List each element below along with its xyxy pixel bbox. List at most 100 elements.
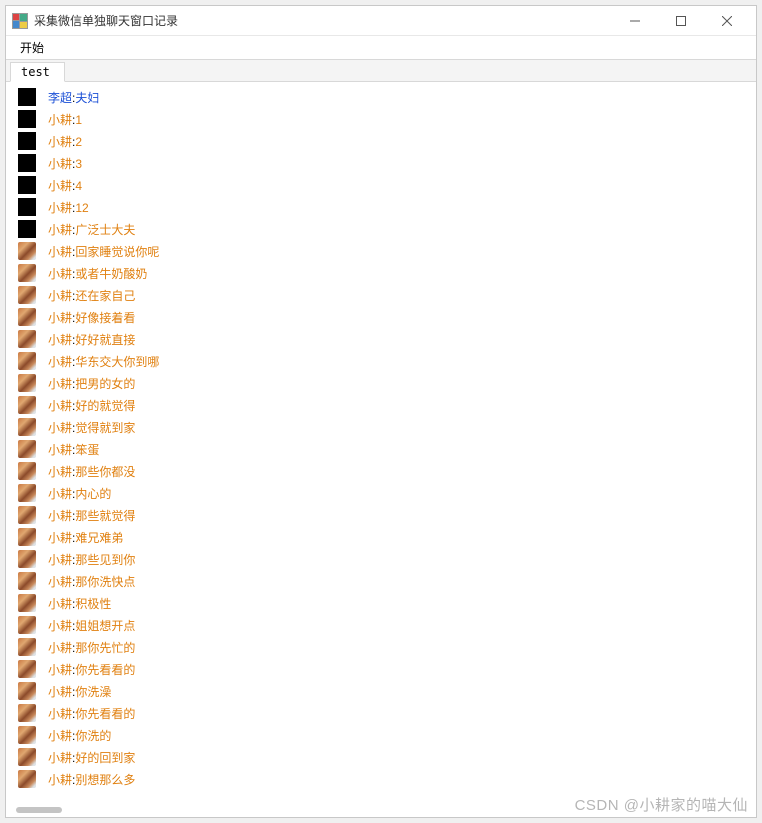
avatar: [18, 770, 36, 788]
tabstrip: test: [6, 60, 756, 82]
message-list[interactable]: 李超:夫妇小耕:1 小耕:2 小耕:3 小耕:4 小耕:12小耕:广泛士大夫小耕:回家睡…: [6, 82, 756, 817]
list-item[interactable]: 小耕:别想那么多: [10, 768, 756, 790]
message-text: 小耕:还在家自己: [48, 287, 135, 304]
avatar: [18, 418, 36, 436]
list-item[interactable]: 小耕:4: [10, 174, 756, 196]
avatar: [18, 198, 36, 216]
app-icon: [12, 13, 28, 29]
message-text: 小耕:2: [48, 133, 82, 150]
avatar: [18, 330, 36, 348]
avatar: [18, 242, 36, 260]
message-text: 小耕:或者牛奶酸奶: [48, 265, 147, 282]
horizontal-scroll-thumb[interactable]: [16, 807, 62, 813]
list-item[interactable]: 小耕:你洗的: [10, 724, 756, 746]
message-text: 小耕:把男的女的: [48, 375, 135, 392]
close-button[interactable]: [704, 6, 750, 36]
list-item[interactable]: 小耕:还在家自己: [10, 284, 756, 306]
list-item[interactable]: 小耕:积极性: [10, 592, 756, 614]
message-text: 小耕:你洗澡: [48, 683, 111, 700]
menu-start[interactable]: 开始: [14, 37, 50, 58]
minimize-button[interactable]: [612, 6, 658, 36]
menubar: 开始: [6, 36, 756, 60]
message-text: 小耕:积极性: [48, 595, 111, 612]
avatar: [18, 550, 36, 568]
message-text: 小耕:那你洗快点: [48, 573, 135, 590]
avatar: [18, 286, 36, 304]
avatar: [18, 176, 36, 194]
message-text: 小耕:好的就觉得: [48, 397, 135, 414]
list-item[interactable]: 小耕:好好就直接: [10, 328, 756, 350]
avatar: [18, 594, 36, 612]
avatar: [18, 132, 36, 150]
avatar: [18, 704, 36, 722]
list-item[interactable]: 小耕:那你洗快点: [10, 570, 756, 592]
list-item[interactable]: 小耕:笨蛋: [10, 438, 756, 460]
message-text: 小耕:觉得就到家: [48, 419, 135, 436]
list-item[interactable]: 小耕:难兄难弟: [10, 526, 756, 548]
window-controls: [612, 6, 750, 36]
list-item[interactable]: 小耕:好的回到家: [10, 746, 756, 768]
list-item[interactable]: 小耕:华东交大你到哪: [10, 350, 756, 372]
avatar: [18, 506, 36, 524]
message-text: 小耕:那些见到你: [48, 551, 135, 568]
list-item[interactable]: 小耕:那些就觉得: [10, 504, 756, 526]
list-item[interactable]: 小耕:2: [10, 130, 756, 152]
message-text: 小耕:难兄难弟: [48, 529, 123, 546]
list-item[interactable]: 小耕:那些你都没: [10, 460, 756, 482]
maximize-button[interactable]: [658, 6, 704, 36]
list-item[interactable]: 小耕:或者牛奶酸奶: [10, 262, 756, 284]
message-text: 小耕:笨蛋: [48, 441, 99, 458]
list-item[interactable]: 小耕:好像接着看: [10, 306, 756, 328]
avatar: [18, 682, 36, 700]
message-text: 小耕:好好就直接: [48, 331, 135, 348]
avatar: [18, 462, 36, 480]
message-text: 小耕:好的回到家: [48, 749, 135, 766]
list-item[interactable]: 小耕:回家睡觉说你呢: [10, 240, 756, 262]
message-text: 小耕:4: [48, 177, 82, 194]
list-item[interactable]: 小耕:那你先忙的: [10, 636, 756, 658]
avatar: [18, 748, 36, 766]
message-text: 小耕:别想那么多: [48, 771, 135, 788]
message-text: 小耕:那你先忙的: [48, 639, 135, 656]
message-text: 小耕:那些你都没: [48, 463, 135, 480]
titlebar[interactable]: 采集微信单独聊天窗口记录: [6, 6, 756, 36]
message-text: 小耕:你先看看的: [48, 661, 135, 678]
avatar: [18, 352, 36, 370]
list-item[interactable]: 小耕:广泛士大夫: [10, 218, 756, 240]
message-text: 小耕:回家睡觉说你呢: [48, 243, 159, 260]
list-item[interactable]: 小耕:3: [10, 152, 756, 174]
list-item[interactable]: 小耕:你先看看的: [10, 658, 756, 680]
list-item[interactable]: 小耕:12: [10, 196, 756, 218]
watermark: CSDN @小耕家的喵大仙: [575, 794, 748, 815]
list-item[interactable]: 小耕:那些见到你: [10, 548, 756, 570]
message-text: 小耕:1: [48, 111, 82, 128]
list-item[interactable]: 小耕:姐姐想开点: [10, 614, 756, 636]
avatar: [18, 308, 36, 326]
list-item[interactable]: 小耕:觉得就到家: [10, 416, 756, 438]
avatar: [18, 440, 36, 458]
list-item[interactable]: 小耕:内心的: [10, 482, 756, 504]
avatar: [18, 374, 36, 392]
list-item[interactable]: 小耕:把男的女的: [10, 372, 756, 394]
list-item[interactable]: 小耕:你先看看的: [10, 702, 756, 724]
avatar: [18, 88, 36, 106]
tab-test[interactable]: test: [10, 62, 65, 82]
app-window: 采集微信单独聊天窗口记录 开始 test 李超:夫妇小耕:1 小耕:2 小耕:3 小耕…: [5, 5, 757, 818]
avatar: [18, 572, 36, 590]
avatar: [18, 220, 36, 238]
message-text: 小耕:好像接着看: [48, 309, 135, 326]
list-item[interactable]: 小耕:你洗澡: [10, 680, 756, 702]
avatar: [18, 484, 36, 502]
message-text: 小耕:你洗的: [48, 727, 111, 744]
list-item[interactable]: 小耕:好的就觉得: [10, 394, 756, 416]
window-title: 采集微信单独聊天窗口记录: [34, 12, 178, 29]
message-text: 小耕:3: [48, 155, 82, 172]
avatar: [18, 110, 36, 128]
avatar: [18, 660, 36, 678]
avatar: [18, 726, 36, 744]
list-item[interactable]: 小耕:1: [10, 108, 756, 130]
message-text: 小耕:内心的: [48, 485, 111, 502]
avatar: [18, 264, 36, 282]
list-item[interactable]: 李超:夫妇: [10, 86, 756, 108]
avatar: [18, 638, 36, 656]
